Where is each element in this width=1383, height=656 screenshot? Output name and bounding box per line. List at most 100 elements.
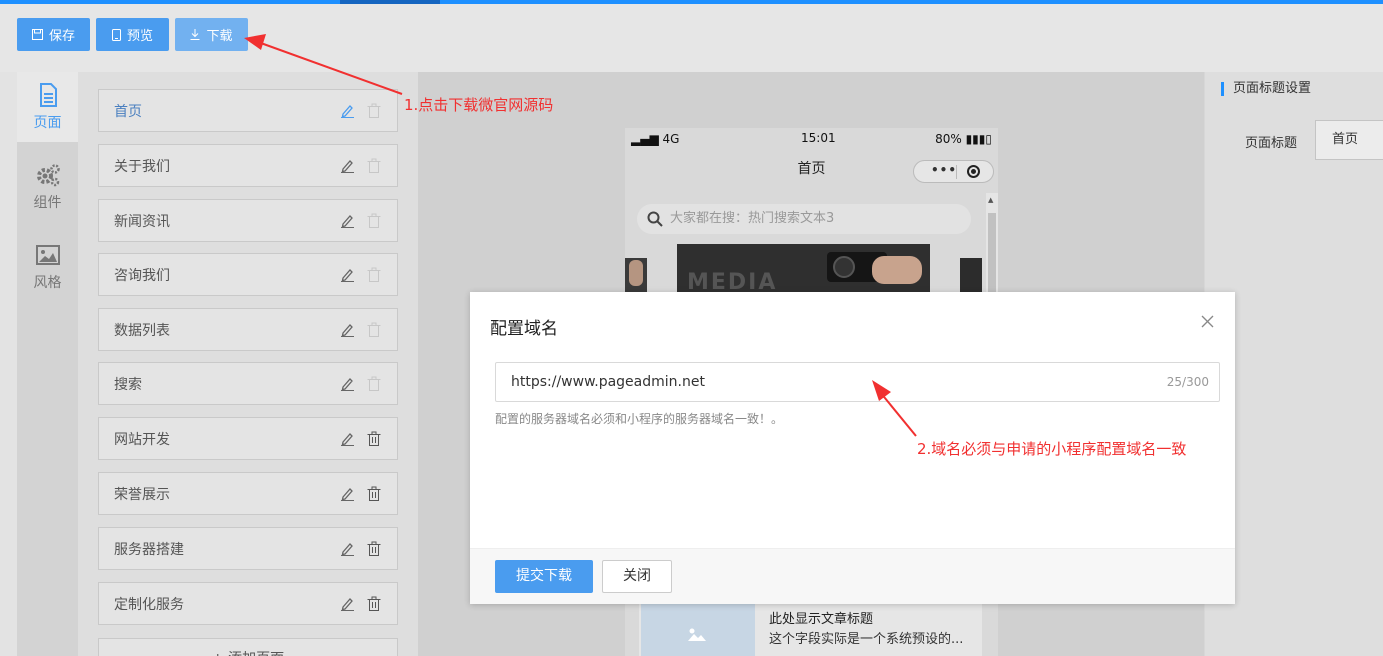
page-title-input[interactable]: 首页	[1315, 120, 1383, 160]
trash-icon[interactable]	[367, 103, 381, 118]
image-icon	[35, 245, 60, 265]
add-page-button[interactable]: + 添加页面	[98, 638, 398, 656]
trash-icon[interactable]	[367, 541, 381, 556]
trash-icon[interactable]	[367, 158, 381, 173]
page-item[interactable]: 首页	[98, 89, 398, 132]
article-title: 此处显示文章标题	[769, 612, 874, 627]
search-icon	[647, 211, 663, 227]
page-item[interactable]: 搜索	[98, 362, 398, 405]
hand-image	[872, 256, 922, 284]
settings-title: 页面标题设置	[1221, 82, 1311, 96]
save-label: 保存	[48, 29, 75, 44]
page-item[interactable]: 荣誉展示	[98, 472, 398, 515]
page-item[interactable]: 关于我们	[98, 144, 398, 187]
edit-icon[interactable]	[340, 103, 355, 118]
page-item[interactable]: 服务器搭建	[98, 527, 398, 570]
edit-icon[interactable]	[340, 431, 355, 446]
edit-icon[interactable]	[340, 541, 355, 556]
domain-value: https://www.pageadmin.net	[511, 374, 705, 390]
scroll-up-icon[interactable]: ▲	[988, 196, 993, 204]
left-gutter	[0, 72, 17, 656]
battery-icon: 80% ▮▮▮▯	[935, 132, 992, 146]
nav-item-label: 页面	[33, 115, 62, 131]
nav-item-components[interactable]: 组件	[17, 152, 78, 222]
camera-lens	[833, 256, 855, 278]
trash-icon[interactable]	[367, 213, 381, 228]
trash-icon[interactable]	[367, 486, 381, 501]
phone-status-bar: ▂▄▆ 4G 15:01 80% ▮▮▮▯	[625, 128, 998, 150]
article-thumbnail	[641, 602, 755, 656]
nav-item-label: 风格	[33, 275, 62, 291]
annotation-step1: 1.点击下载微官网源码	[404, 96, 554, 114]
banner-text: MEDIA	[687, 270, 778, 294]
page-item-label: 定制化服务	[114, 596, 184, 613]
page-item[interactable]: 定制化服务	[98, 582, 398, 625]
domain-input[interactable]: https://www.pageadmin.net 25/300	[495, 362, 1220, 402]
page-item[interactable]: 咨询我们	[98, 253, 398, 296]
page-item[interactable]: 网站开发	[98, 417, 398, 460]
download-label: 下载	[206, 29, 233, 44]
trash-icon[interactable]	[367, 376, 381, 391]
side-nav: 页面 组件 风格	[17, 72, 78, 656]
page-item-label: 搜索	[114, 376, 142, 393]
nav-item-style[interactable]: 风格	[17, 232, 78, 302]
page-title-label: 页面标题	[1245, 136, 1298, 151]
signal-icon: ▂▄▆ 4G	[631, 132, 680, 146]
dialog-title: 配置域名	[490, 319, 558, 339]
banner-prev-slide	[625, 258, 647, 294]
trash-icon[interactable]	[367, 431, 381, 446]
edit-icon[interactable]	[340, 486, 355, 501]
nav-item-pages[interactable]: 页面	[17, 72, 78, 142]
save-icon	[31, 29, 43, 40]
trash-icon[interactable]	[367, 322, 381, 337]
trash-icon[interactable]	[367, 267, 381, 282]
edit-icon[interactable]	[340, 158, 355, 173]
phone-search-bar[interactable]: 大家都在搜：热门搜索文本3	[637, 204, 971, 234]
banner-next-slide	[960, 258, 982, 294]
download-icon	[190, 29, 200, 40]
page-item-label: 荣誉展示	[114, 486, 170, 503]
edit-icon[interactable]	[340, 322, 355, 337]
status-time: 15:01	[801, 131, 836, 145]
edit-icon[interactable]	[340, 213, 355, 228]
more-icon[interactable]: •••	[931, 163, 957, 177]
article-card[interactable]: 此处显示文章标题 这个字段实际是一个系统预设的...	[639, 598, 982, 656]
page-list: 首页 关于我们 新闻资讯 咨询我们 数据列表 搜索 网站开发 荣誉展示 服务器搭…	[78, 72, 418, 656]
page-item-label: 关于我们	[114, 158, 170, 175]
document-icon	[39, 83, 57, 107]
capsule-divider	[956, 165, 957, 179]
toolbar: 保存 预览 下载	[0, 4, 1383, 72]
page-item-label: 首页	[114, 103, 142, 120]
miniprogram-capsule[interactable]: •••	[913, 160, 994, 183]
edit-icon[interactable]	[340, 267, 355, 282]
close-button[interactable]: 关闭	[602, 560, 672, 593]
edit-icon[interactable]	[340, 596, 355, 611]
gears-icon	[36, 164, 60, 187]
scrollbar-thumb[interactable]	[988, 213, 996, 303]
domain-hint: 配置的服务器域名必须和小程序的服务器域名一致！。	[495, 412, 784, 426]
page-item-label: 数据列表	[114, 322, 170, 339]
page-item-label: 网站开发	[114, 431, 170, 448]
dialog-footer: 提交下载 关闭	[470, 548, 1235, 604]
banner-image[interactable]: MEDIA	[677, 244, 930, 294]
mobile-icon	[111, 28, 121, 41]
network-type: 4G	[662, 132, 680, 146]
download-button[interactable]: 下载	[175, 18, 248, 51]
preview-label: 预览	[126, 29, 153, 44]
page-item[interactable]: 数据列表	[98, 308, 398, 351]
nav-item-label: 组件	[33, 195, 62, 211]
close-circle-icon[interactable]	[967, 165, 980, 178]
page-item[interactable]: 新闻资讯	[98, 199, 398, 242]
edit-icon[interactable]	[340, 376, 355, 391]
phone-scrollbar[interactable]: ▲	[986, 193, 998, 303]
submit-download-button[interactable]: 提交下载	[495, 560, 593, 593]
annotation-step2: 2.域名必须与申请的小程序配置域名一致	[917, 440, 1187, 458]
page-item-label: 咨询我们	[114, 267, 170, 284]
image-placeholder-icon	[688, 628, 706, 641]
close-icon[interactable]	[1201, 315, 1214, 328]
save-button[interactable]: 保存	[17, 18, 90, 51]
char-counter: 25/300	[1166, 375, 1209, 389]
trash-icon[interactable]	[367, 596, 381, 611]
preview-button[interactable]: 预览	[96, 18, 169, 51]
search-placeholder: 大家都在搜：热门搜索文本3	[670, 211, 835, 226]
